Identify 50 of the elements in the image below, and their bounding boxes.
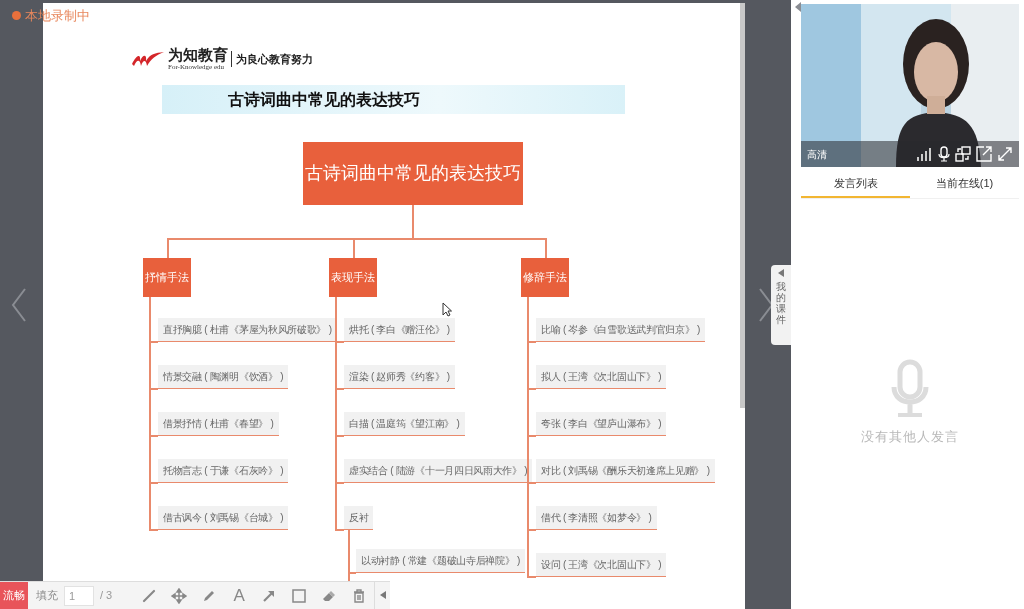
topic-node: 借景抒情 ( 杜甫《春望》 )	[158, 412, 279, 436]
rectangle-icon[interactable]	[291, 587, 308, 604]
logo-slogan: 为良心教育努力	[231, 50, 313, 68]
microphone-icon	[890, 358, 930, 419]
collapse-icon[interactable]	[379, 591, 386, 600]
move-icon[interactable]	[171, 587, 188, 604]
topic-node: 比喻 ( 岑参《白雪歌送武判官归京》 )	[536, 318, 705, 342]
empty-message: 没有其他人发言	[861, 427, 959, 446]
topic-node: 反衬	[344, 506, 374, 530]
topic-node: 托物言志 ( 于谦《石灰吟》 )	[158, 459, 289, 483]
signal-icon	[917, 147, 933, 161]
branch-node: 抒情手法	[143, 258, 191, 297]
root-node: 古诗词曲中常见的表达技巧	[303, 142, 523, 205]
branch-node: 表现手法	[329, 258, 377, 297]
topic-node: 直抒胸臆 ( 杜甫《茅屋为秋风所破歌》 )	[158, 318, 337, 342]
topic-node: 借代 ( 李清照《如梦令》 )	[536, 506, 657, 530]
topic-node: 借古讽今 ( 刘禹锡《台城》 )	[158, 506, 289, 530]
courseware-label: 我的课件	[776, 281, 786, 325]
topic-node: 设问 ( 王湾《次北固山下》 )	[536, 553, 667, 577]
topic-node: 拟人 ( 王湾《次北固山下》 )	[536, 365, 667, 389]
fill-label: 填充	[36, 588, 58, 604]
topic-node: 以动衬静 ( 常建《题破山寺后禅院》 )	[356, 549, 525, 573]
switch-window-icon[interactable]	[955, 146, 971, 162]
quality-label[interactable]: 高清	[807, 146, 827, 162]
panel-tab[interactable]: 发言列表	[801, 170, 910, 198]
page-total: / 3	[99, 588, 113, 604]
courseware-tab[interactable]: 我的课件	[771, 265, 791, 345]
topic-node: 夸张 ( 李白《望庐山瀑布》 )	[536, 412, 667, 436]
branch-node: 修辞手法	[521, 258, 569, 297]
microphone-icon[interactable]	[938, 146, 950, 162]
recording-dot	[12, 11, 21, 21]
text-tool[interactable]: A	[224, 581, 255, 609]
logo-name: 为知教育	[168, 47, 228, 63]
topic-node: 烘托 ( 李白《赠汪伦》 )	[344, 318, 455, 342]
line-icon[interactable]	[141, 587, 158, 604]
topic-node: 渲染 ( 赵师秀《约客》 )	[344, 365, 455, 389]
scrollbar[interactable]	[740, 3, 745, 408]
fullscreen-icon[interactable]	[997, 146, 1013, 162]
panel-tab[interactable]: 当前在线(1)	[910, 170, 1019, 198]
topic-node: 情景交融 ( 陶渊明《饮酒》 )	[158, 365, 289, 389]
topic-node: 虚实结合 ( 陆游《十一月四日风雨大作》 )	[344, 459, 533, 483]
page-input[interactable]: 1	[63, 585, 94, 606]
pop-out-icon[interactable]	[976, 146, 992, 162]
slide-title: 古诗词曲中常见的表达技巧	[162, 85, 625, 114]
topic-node: 对比 ( 刘禹锡《酬乐天初逢席上见赠》 )	[536, 459, 715, 483]
quality-button[interactable]: 流畅	[0, 581, 28, 609]
expand-icon	[778, 269, 784, 277]
logo-icon	[131, 50, 165, 68]
cursor-icon	[442, 302, 452, 317]
topic-node: 白描 ( 温庭筠《望江南》 )	[344, 412, 465, 436]
